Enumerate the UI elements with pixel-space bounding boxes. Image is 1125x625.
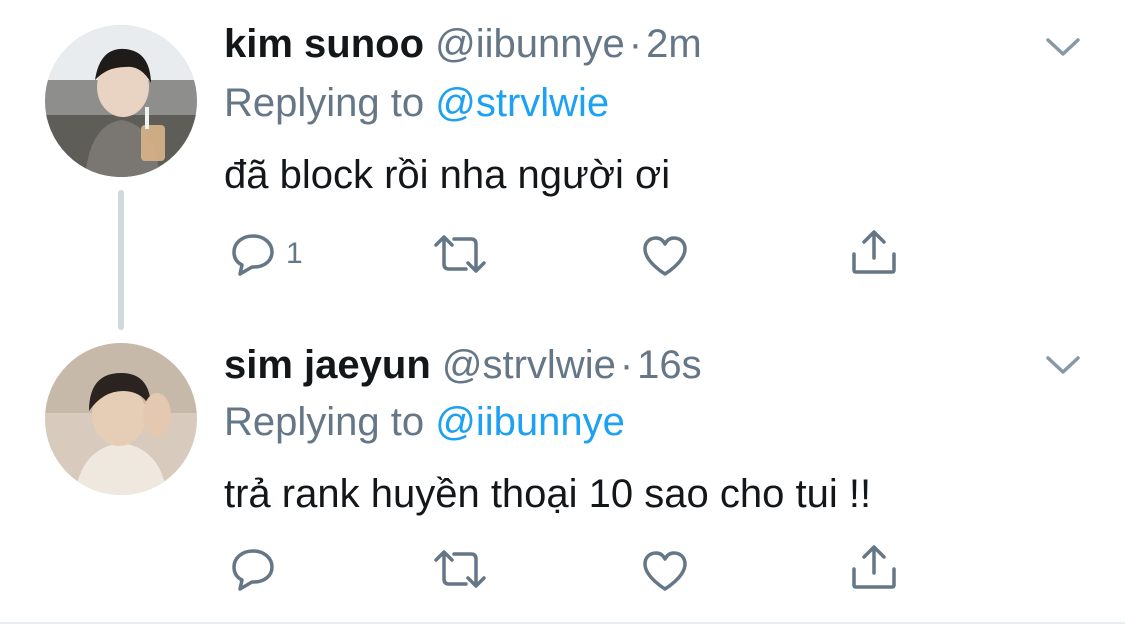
like-button[interactable] xyxy=(641,548,689,594)
mention-link[interactable]: @iibunnye xyxy=(435,400,625,444)
chevron-down-icon[interactable] xyxy=(1042,32,1084,60)
tweet-1[interactable]: kim sunoo @iibunnye · 2m Replying to @strv… xyxy=(0,0,1125,300)
reply-count: 1 xyxy=(286,237,303,270)
tweet-header: sim jaeyun @strvlwie · 16s xyxy=(224,341,702,389)
timestamp[interactable]: 16s xyxy=(637,343,702,387)
reply-icon xyxy=(232,549,274,591)
share-button[interactable] xyxy=(850,544,898,590)
tweet-2[interactable]: sim jaeyun @strvlwie · 16s Replying to @ii… xyxy=(0,320,1125,625)
tweet-text: trả rank huyền thoại 10 sao cho tui !! xyxy=(224,472,872,516)
display-name[interactable]: sim jaeyun xyxy=(224,343,431,387)
user-handle[interactable]: @strvlwie xyxy=(442,343,616,387)
reply-button[interactable] xyxy=(230,546,286,592)
like-button[interactable] xyxy=(641,233,689,279)
replying-to: Replying to @strvlwie xyxy=(224,79,609,127)
replying-prefix: Replying to xyxy=(224,400,436,444)
like-icon xyxy=(643,236,687,276)
tweet-header: kim sunoo @iibunnye · 2m xyxy=(224,20,702,68)
replying-prefix: Replying to xyxy=(224,81,436,125)
separator-dot: · xyxy=(628,22,643,66)
mention-link[interactable]: @strvlwie xyxy=(435,81,609,125)
share-icon xyxy=(852,230,896,274)
chevron-down-icon[interactable] xyxy=(1042,350,1084,378)
avatar[interactable] xyxy=(45,343,197,495)
retweet-button[interactable] xyxy=(432,231,488,277)
retweet-icon xyxy=(434,550,486,588)
share-icon xyxy=(852,545,896,589)
retweet-icon xyxy=(434,235,486,273)
share-button[interactable] xyxy=(850,229,898,275)
timestamp[interactable]: 2m xyxy=(646,22,702,66)
tweet-text: đã block rồi nha người ơi xyxy=(224,153,671,197)
separator-dot: · xyxy=(619,343,634,387)
retweet-button[interactable] xyxy=(432,546,488,592)
reply-icon xyxy=(232,234,274,276)
display-name[interactable]: kim sunoo xyxy=(224,22,424,66)
tweet-divider xyxy=(0,622,1125,624)
avatar[interactable] xyxy=(45,25,197,177)
reply-button[interactable]: 1 xyxy=(230,231,303,277)
user-handle[interactable]: @iibunnye xyxy=(435,22,625,66)
replying-to: Replying to @iibunnye xyxy=(224,398,625,446)
like-icon xyxy=(643,551,687,591)
